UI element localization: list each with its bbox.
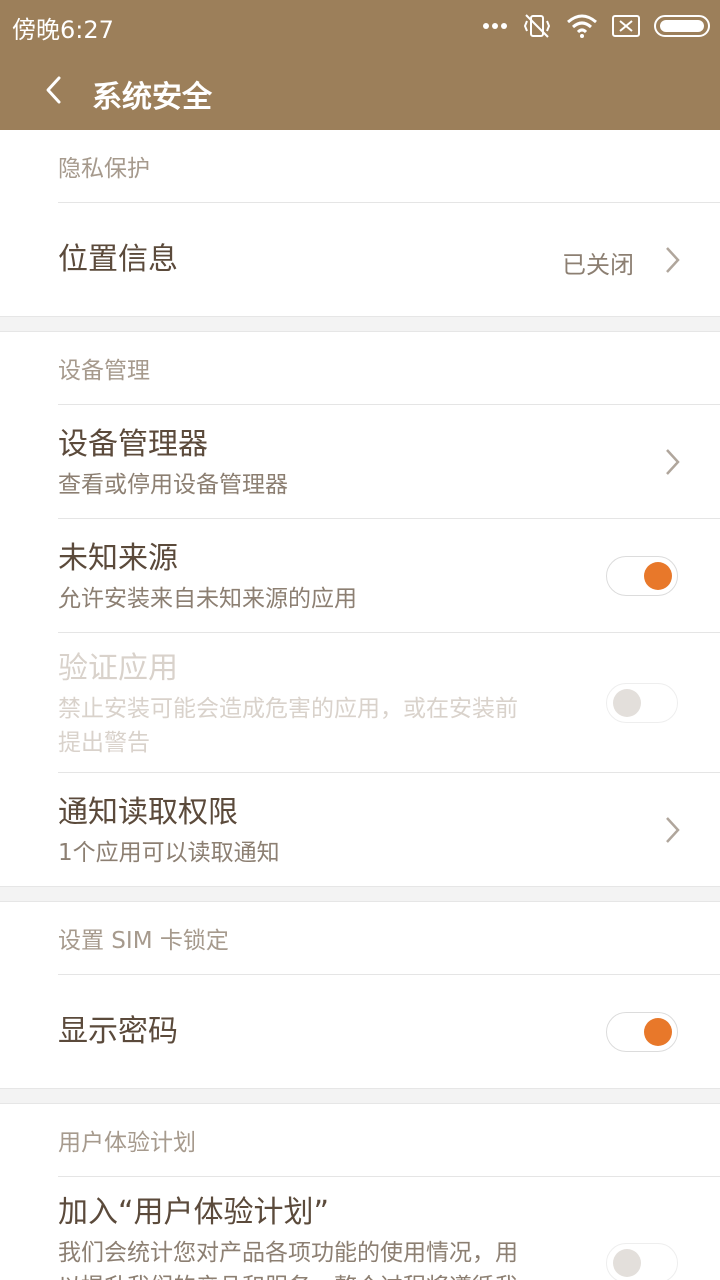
- show-password-title: 显示密码: [58, 1014, 178, 1049]
- page-title: 系统安全: [92, 80, 212, 115]
- section-divider: [0, 887, 720, 901]
- chevron-right-icon: [666, 449, 680, 475]
- join-ux-subtitle-line2: 以提升我们的产品和服务，整个过程将遵循我: [58, 1271, 518, 1280]
- settings-list[interactable]: 隐私保护 位置信息 已关闭 设备管理 设备管理器 查看或停用设备管理器 未知来源…: [0, 130, 720, 1280]
- toggle-knob: [613, 1249, 641, 1277]
- back-arrow-icon: [46, 76, 61, 104]
- chevron-right-icon: [666, 817, 680, 843]
- show-password-toggle[interactable]: [606, 1012, 678, 1052]
- vibrate-off-icon: [523, 14, 551, 38]
- unknown-sources-row[interactable]: 未知来源 允许安装来自未知来源的应用: [58, 519, 720, 633]
- verify-apps-subtitle-line1: 禁止安装可能会造成危害的应用，或在安装前: [58, 696, 518, 722]
- status-bar: 傍晚6:27: [0, 0, 720, 52]
- section-header-device: 设备管理: [58, 332, 720, 405]
- section-header-privacy: 隐私保护: [58, 130, 720, 203]
- ux-section: 用户体验计划 加入“用户体验计划” 我们会统计您对产品各项功能的使用情况，用 以…: [0, 1103, 720, 1280]
- unknown-sources-subtitle: 允许安装来自未知来源的应用: [58, 586, 357, 612]
- chevron-right-icon: [666, 247, 680, 273]
- unknown-sources-title: 未知来源: [58, 541, 178, 576]
- battery-icon: [654, 15, 710, 37]
- verify-apps-subtitle-line2: 提出警告: [58, 730, 150, 756]
- toggle-knob: [644, 562, 672, 590]
- wifi-icon: [567, 14, 597, 38]
- more-dots-icon: [483, 23, 507, 29]
- show-password-row[interactable]: 显示密码: [58, 975, 720, 1088]
- device-admin-title: 设备管理器: [58, 427, 208, 462]
- toggle-knob: [613, 689, 641, 717]
- device-admin-subtitle: 查看或停用设备管理器: [58, 472, 288, 498]
- app-bar: 系统安全: [0, 52, 720, 130]
- join-ux-subtitle-line1: 我们会统计您对产品各项功能的使用情况，用: [58, 1240, 518, 1266]
- unknown-sources-toggle[interactable]: [606, 556, 678, 596]
- toggle-knob: [644, 1018, 672, 1046]
- verify-apps-title: 验证应用: [58, 651, 178, 686]
- status-time: 傍晚6:27: [12, 16, 114, 44]
- join-ux-row[interactable]: 加入“用户体验计划” 我们会统计您对产品各项功能的使用情况，用 以提升我们的产品…: [58, 1177, 720, 1280]
- location-value: 已关闭: [562, 251, 634, 279]
- location-title: 位置信息: [58, 242, 178, 277]
- status-icons: [482, 8, 710, 44]
- section-divider: [0, 1089, 720, 1103]
- notification-access-subtitle: 1个应用可以读取通知: [58, 840, 280, 866]
- section-header-ux: 用户体验计划: [58, 1104, 720, 1177]
- join-ux-toggle[interactable]: [606, 1243, 678, 1280]
- section-divider: [0, 317, 720, 331]
- back-button[interactable]: [32, 68, 76, 112]
- device-admin-row[interactable]: 设备管理器 查看或停用设备管理器: [58, 405, 720, 519]
- verify-apps-toggle[interactable]: [606, 683, 678, 723]
- sim-section: 设置 SIM 卡锁定 显示密码: [0, 901, 720, 1089]
- privacy-section: 隐私保护 位置信息 已关闭: [0, 130, 720, 317]
- notification-access-row[interactable]: 通知读取权限 1个应用可以读取通知: [58, 773, 720, 886]
- device-section: 设备管理 设备管理器 查看或停用设备管理器 未知来源 允许安装来自未知来源的应用…: [0, 331, 720, 887]
- join-ux-title: 加入“用户体验计划”: [58, 1195, 330, 1230]
- verify-apps-row[interactable]: 验证应用 禁止安装可能会造成危害的应用，或在安装前 提出警告: [58, 633, 720, 773]
- sim-none-icon: [612, 15, 640, 37]
- section-header-sim: 设置 SIM 卡锁定: [58, 902, 720, 975]
- notification-access-title: 通知读取权限: [58, 795, 238, 830]
- location-row[interactable]: 位置信息 已关闭: [58, 203, 720, 316]
